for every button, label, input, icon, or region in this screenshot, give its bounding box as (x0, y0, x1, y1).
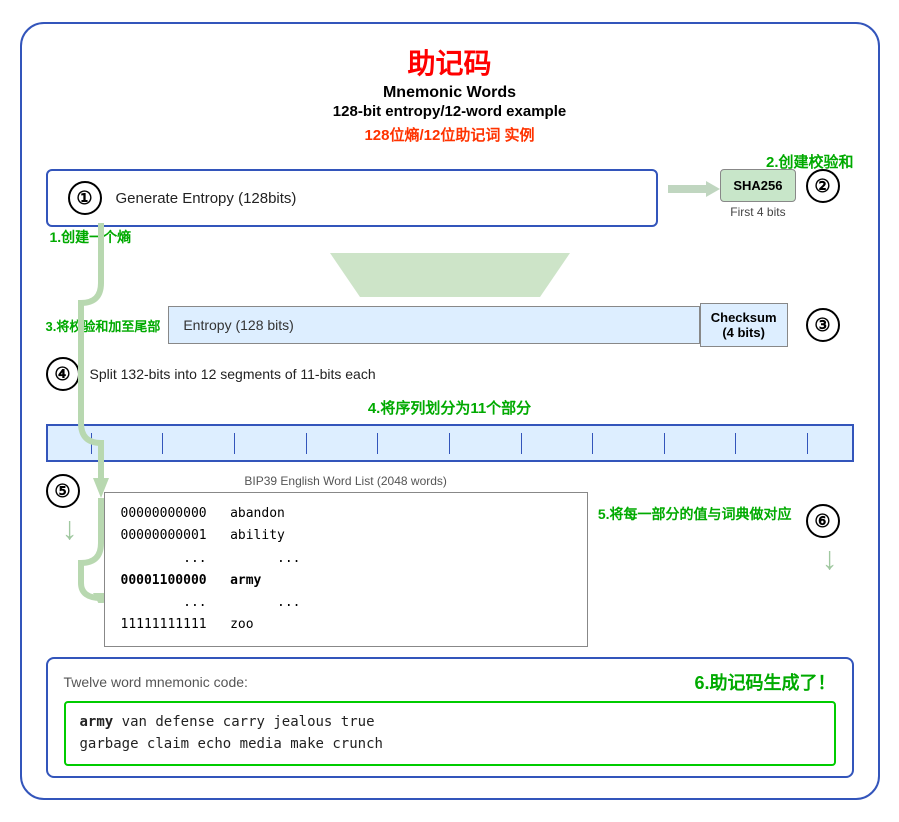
step2-label: 2.创建校验和 (766, 151, 854, 172)
step6-label: Twelve word mnemonic code: (64, 674, 685, 690)
step6-circle: ⑥ (806, 504, 840, 538)
step1-circle: ① (68, 181, 102, 215)
checksum-label: Checksum(4 bits) (711, 310, 777, 340)
wordlist-row-3: ... ... (121, 548, 571, 570)
arrow-right-icon (668, 177, 720, 201)
subtitle-en: 128-bit entropy/12-word example (46, 103, 854, 120)
mnemonic-line1-rest: van defense carry jealous true (113, 714, 374, 730)
arrow-down-6-icon: ↓ (822, 542, 838, 574)
step1-text: Generate Entropy (128bits) (116, 190, 297, 207)
step6-cn: 6.助记码生成了！ (694, 669, 835, 695)
sha-box: SHA256 (720, 169, 795, 202)
main-container: 助记码 Mnemonic Words 128-bit entropy/12-wo… (20, 22, 880, 799)
wordlist-row-5: ... ... (121, 592, 571, 614)
mnemonic-line2: garbage claim echo media make crunch (80, 736, 383, 752)
step6-box: Twelve word mnemonic code: 6.助记码生成了！ arm… (46, 657, 854, 778)
title-en: Mnemonic Words (46, 84, 854, 102)
checksum-box: Checksum(4 bits) (700, 303, 788, 347)
wordlist-label: BIP39 English Word List (2048 words) (104, 474, 588, 488)
entropy-box: Entropy (128 bits) (168, 306, 699, 344)
wordlist-row-2: 00000000001 ability (121, 525, 571, 547)
big-down-arrow-icon (300, 253, 600, 297)
step5-label: 5.将每一部分的值与词典做对应 (598, 504, 792, 524)
mnemonic-output: army van defense carry jealous true garb… (64, 701, 836, 766)
wordlist-row-1: 00000000000 abandon (121, 503, 571, 525)
subtitle-cn: 128位熵/12位助记词 实例 (46, 124, 854, 145)
first4-label: First 4 bits (730, 205, 785, 219)
wordlist-row-6: 11111111111 zoo (121, 614, 571, 636)
title-cn: 助记码 (46, 42, 854, 82)
step4-cn: 4.将序列划分为11个部分 (46, 397, 854, 418)
segments-bar (46, 424, 854, 462)
mnemonic-bold-word: army (80, 714, 114, 730)
step3-circle: ③ (798, 308, 854, 342)
wordlist-row-4: 00001100000 army (121, 570, 571, 592)
wordlist-box: 00000000000 abandon 00000000001 ability … (104, 492, 588, 647)
step2-circle: ② (806, 169, 854, 203)
